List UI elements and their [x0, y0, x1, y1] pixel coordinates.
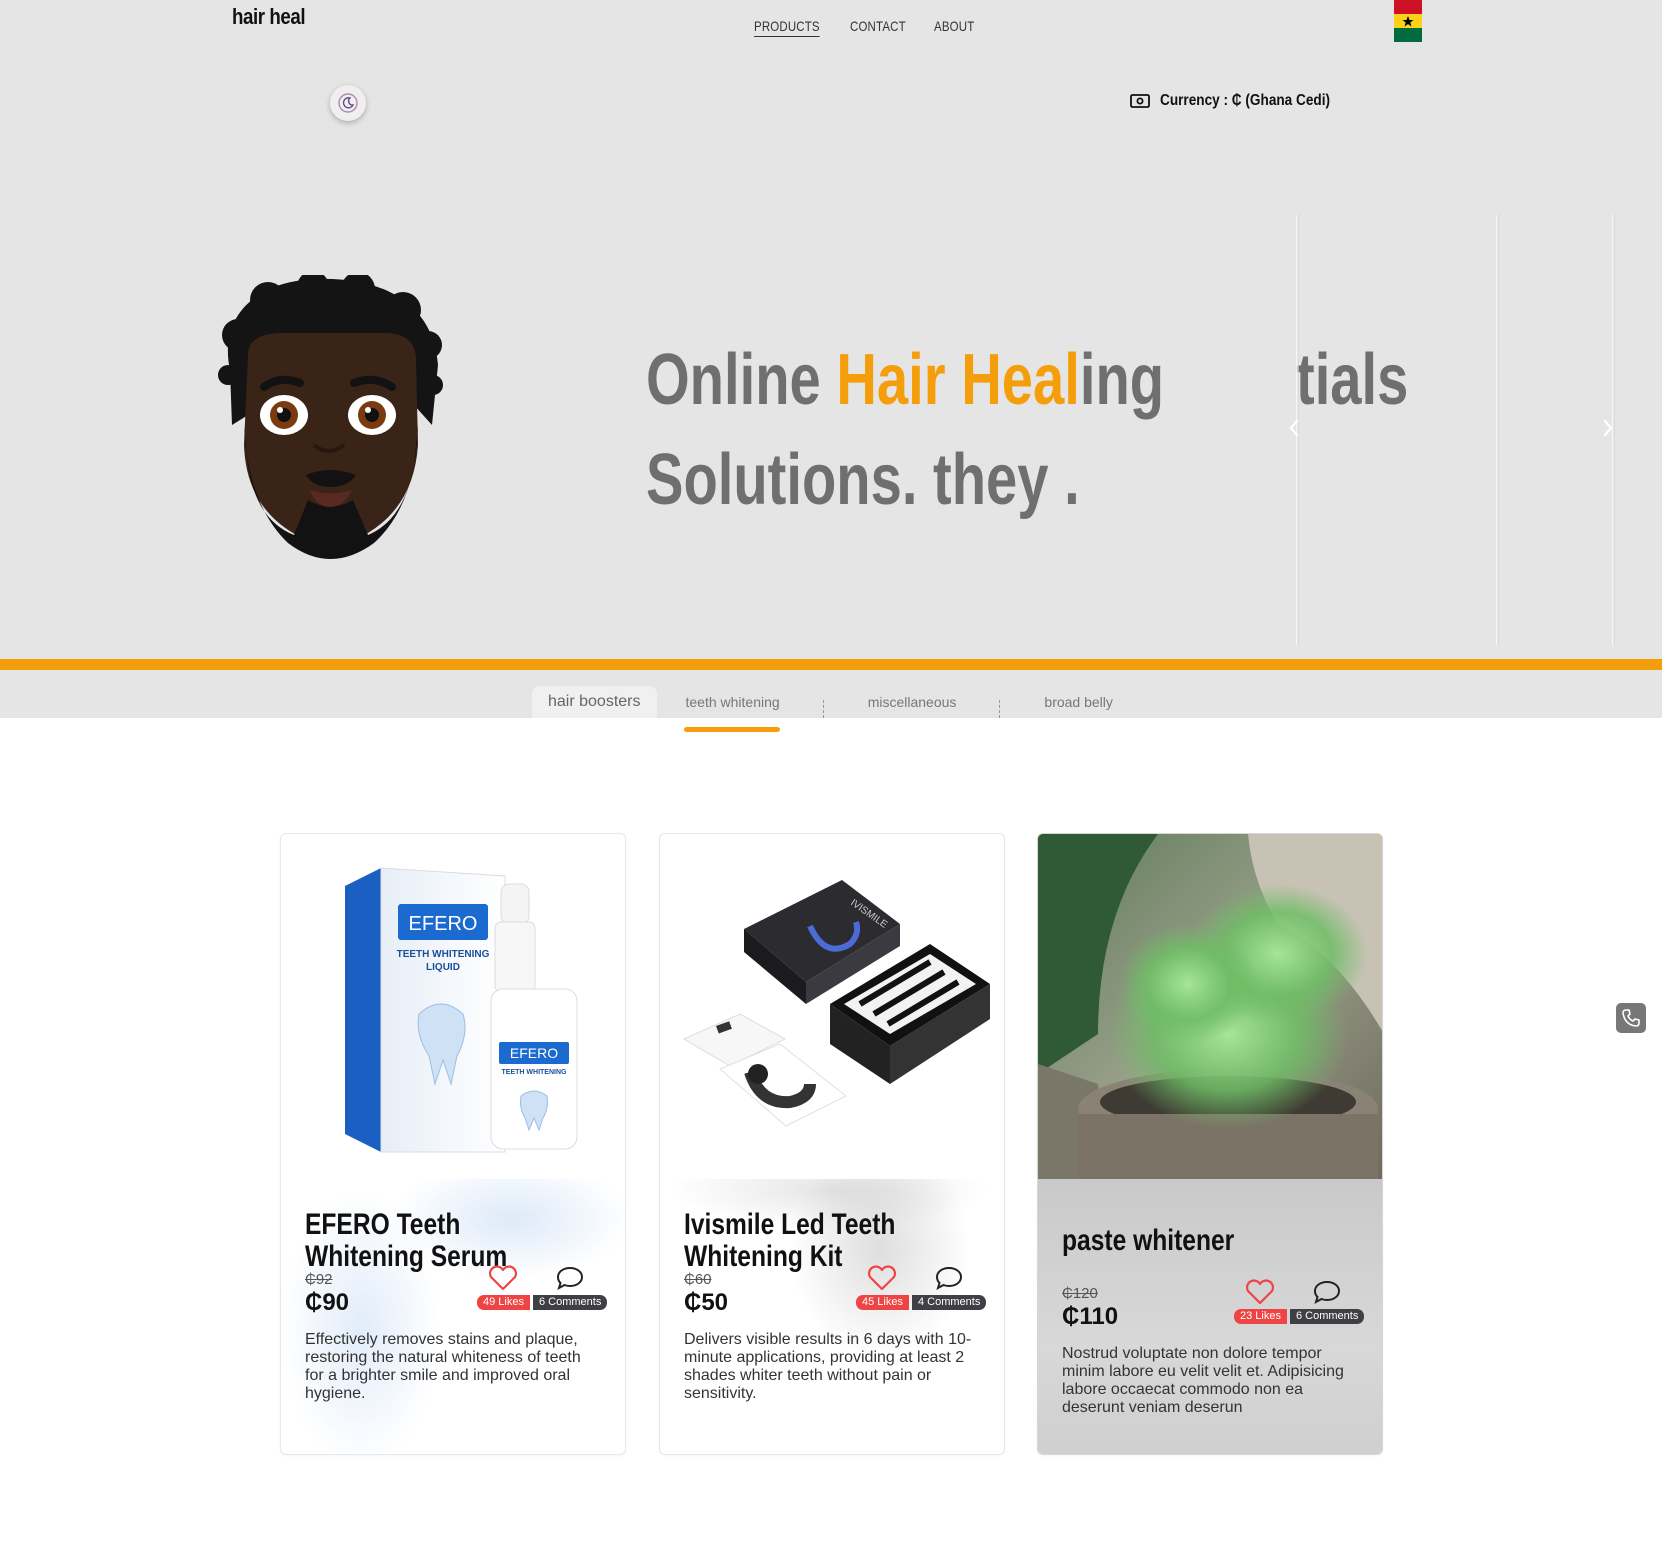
- headline-text: Online: [646, 340, 837, 420]
- tab-teeth-whitening[interactable]: teeth whitening: [657, 686, 824, 718]
- product-title[interactable]: EFERO Teeth Whitening Serum: [305, 1209, 584, 1273]
- brand-logo[interactable]: hair heal: [232, 4, 306, 30]
- phone-icon: [1622, 1009, 1640, 1027]
- svg-text:LIQUID: LIQUID: [426, 962, 460, 973]
- avatar-illustration: [218, 275, 443, 559]
- comments-button[interactable]: 6 Comments: [533, 1265, 608, 1310]
- heart-icon: [868, 1265, 897, 1291]
- category-tabs: hair boosters teeth whitening miscellane…: [532, 686, 1132, 718]
- likes-button[interactable]: 45 Likes: [856, 1265, 909, 1310]
- svg-text:EFERO: EFERO: [510, 1045, 558, 1061]
- likes-button[interactable]: 49 Likes: [477, 1265, 530, 1310]
- headline-highlight: Hair Hea: [836, 340, 1065, 420]
- product-card[interactable]: EFERO TEETH WHITENING LIQUID EFERO TEETH…: [280, 833, 626, 1455]
- slide-divider: [1496, 215, 1499, 645]
- nav-contact[interactable]: CONTACT: [850, 18, 906, 37]
- product-image: [1038, 834, 1382, 1179]
- moon-icon: [338, 93, 358, 113]
- product-card[interactable]: IVISMILE Ivismile Led Teeth Whitening Ki…: [659, 833, 1005, 1455]
- comments-button[interactable]: 6 Comments: [1290, 1279, 1365, 1324]
- comment-icon: [936, 1266, 963, 1291]
- product-body: EFERO Teeth Whitening Serum ₵92 ₵90 49 L…: [281, 1179, 625, 1454]
- product-image: IVISMILE: [660, 834, 1004, 1179]
- headline-highlight-end: l: [1064, 340, 1080, 420]
- hero-headline: Online Hair Healing Solutions. they .: [646, 330, 1164, 530]
- likes-count: 23 Likes: [1234, 1309, 1287, 1324]
- nav-about[interactable]: ABOUT: [934, 18, 974, 37]
- product-title[interactable]: paste whitener: [1062, 1225, 1341, 1257]
- old-price: ₵120: [1062, 1285, 1098, 1302]
- comments-count: 6 Comments: [1290, 1309, 1365, 1324]
- comments-count: 4 Comments: [912, 1295, 987, 1310]
- old-price: ₵60: [684, 1271, 712, 1288]
- svg-text:TEETH WHITENING: TEETH WHITENING: [397, 949, 490, 960]
- likes-count: 49 Likes: [477, 1295, 530, 1310]
- currency-selector[interactable]: Currency : ₵ (Ghana Cedi): [1130, 92, 1360, 110]
- old-price: ₵92: [305, 1271, 333, 1288]
- comments-button[interactable]: 4 Comments: [912, 1265, 987, 1310]
- comment-icon: [557, 1266, 584, 1291]
- product-description: Nostrud voluptate non dolore tempor mini…: [1062, 1345, 1344, 1416]
- heart-icon: [489, 1265, 518, 1291]
- likes-count: 45 Likes: [856, 1295, 909, 1310]
- tab-broad-belly[interactable]: broad belly: [1000, 686, 1129, 718]
- chevron-left-icon: [1289, 419, 1299, 437]
- tab-hair-boosters[interactable]: hair boosters: [532, 686, 657, 718]
- ghana-flag-icon[interactable]: [1392, 0, 1424, 42]
- product-description: Delivers visible results in 6 days with …: [684, 1331, 972, 1402]
- chevron-right-icon: [1603, 419, 1613, 437]
- currency-label: Currency : ₵ (Ghana Cedi): [1160, 92, 1331, 109]
- product-body: paste whitener ₵120 ₵110 23 Likes 6 Comm…: [1038, 1179, 1382, 1454]
- comment-icon: [1314, 1280, 1341, 1305]
- tab-miscellaneous[interactable]: miscellaneous: [824, 686, 1001, 718]
- hero-accent-bar: [0, 659, 1662, 670]
- headline-line-2: Solutions. they .: [646, 440, 1080, 520]
- product-body: Ivismile Led Teeth Whitening Kit ₵60 ₵50…: [660, 1179, 1004, 1454]
- call-button[interactable]: [1616, 1003, 1646, 1033]
- nav-products[interactable]: PRODUCTS: [754, 18, 820, 37]
- product-description: Effectively removes stains and plaque, r…: [305, 1331, 581, 1402]
- svg-text:EFERO: EFERO: [409, 913, 478, 935]
- product-title[interactable]: Ivismile Led Teeth Whitening Kit: [684, 1209, 963, 1273]
- carousel-prev-button[interactable]: [1284, 416, 1304, 440]
- next-slide-peek: tials: [1296, 340, 1409, 420]
- likes-button[interactable]: 23 Likes: [1234, 1279, 1287, 1324]
- price: ₵110: [1062, 1303, 1119, 1330]
- active-tab-indicator: [684, 727, 780, 732]
- comments-count: 6 Comments: [533, 1295, 608, 1310]
- heart-icon: [1246, 1279, 1275, 1305]
- headline-text-end: ing: [1079, 340, 1165, 420]
- product-image: EFERO TEETH WHITENING LIQUID EFERO TEETH…: [281, 834, 625, 1179]
- main-nav: PRODUCTS CONTACT ABOUT: [754, 18, 983, 37]
- price: ₵90: [305, 1289, 350, 1316]
- product-card[interactable]: paste whitener ₵120 ₵110 23 Likes 6 Comm…: [1037, 833, 1383, 1455]
- price: ₵50: [684, 1289, 729, 1316]
- carousel-next-button[interactable]: [1598, 416, 1618, 440]
- cash-icon: [1130, 94, 1150, 108]
- svg-text:TEETH WHITENING: TEETH WHITENING: [502, 1069, 567, 1076]
- theme-toggle-button[interactable]: [330, 85, 366, 121]
